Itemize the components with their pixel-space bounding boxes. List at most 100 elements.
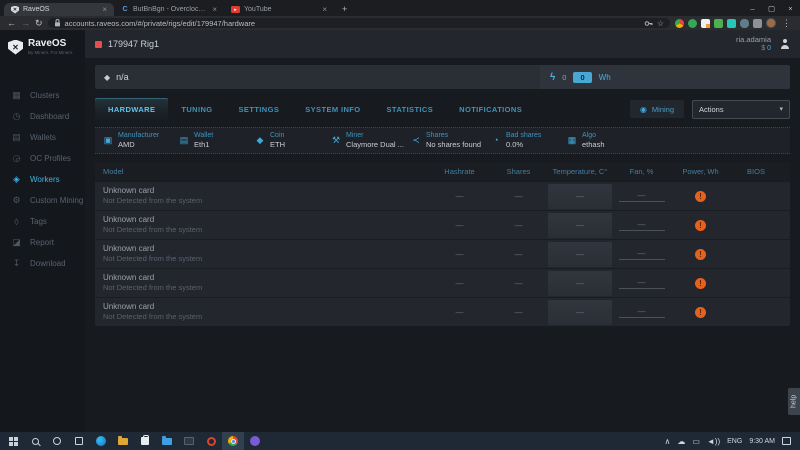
user-info[interactable]: ria.adamia $ 0 xyxy=(736,35,771,54)
folder-icon xyxy=(118,435,128,445)
store-bag-icon xyxy=(141,435,149,445)
fan-slider[interactable] xyxy=(618,200,665,202)
onedrive-cloud-icon[interactable]: ☁ xyxy=(677,437,685,446)
fan-field[interactable]: — xyxy=(612,249,671,260)
task-view-button[interactable] xyxy=(68,432,90,450)
back-button[interactable]: ← xyxy=(7,18,16,28)
fan-field[interactable]: — xyxy=(612,220,671,231)
sidebar-item-oc-profiles[interactable]: ◶ OC Profiles xyxy=(0,148,85,169)
taskbar-discord[interactable] xyxy=(244,432,266,450)
power-badge[interactable]: 0 xyxy=(573,71,592,83)
tab-system-info[interactable]: SYSTEM INFO xyxy=(292,98,373,120)
sidebar-item-label: Workers xyxy=(30,175,60,184)
taskbar-search-button[interactable] xyxy=(24,432,46,450)
taskbar-folder[interactable] xyxy=(156,432,178,450)
language-indicator[interactable]: ENG xyxy=(727,438,742,445)
browser-tab-overclockers[interactable]: C ButBnBgn - Overclockers GE - B × xyxy=(114,3,224,16)
temperature-field[interactable]: — xyxy=(548,212,612,238)
browser-menu-icon[interactable]: ⋮ xyxy=(780,18,793,29)
clock[interactable]: 9:30 AM xyxy=(749,438,775,445)
sidebar-item-tags[interactable]: ◊ Tags xyxy=(0,211,85,232)
taskbar-file-explorer[interactable] xyxy=(112,432,134,450)
minimize-button[interactable]: – xyxy=(743,0,762,16)
power-widget: ϟ 0 0 Wh xyxy=(540,65,790,89)
tab-notifications[interactable]: NOTIFICATIONS xyxy=(446,98,535,120)
fan-slider[interactable] xyxy=(618,258,665,260)
taskbar-edge[interactable] xyxy=(90,432,112,450)
power-warning-icon[interactable]: ! xyxy=(695,277,706,289)
tray-expand-icon[interactable]: ∧ xyxy=(664,437,670,446)
info-label: Manufacturer xyxy=(118,131,160,139)
power-warning-icon[interactable]: ! xyxy=(695,248,706,260)
power-warning-icon[interactable]: ! xyxy=(695,190,706,202)
info-label: Wallet xyxy=(194,131,214,139)
temperature-field[interactable]: — xyxy=(548,183,612,209)
user-avatar-icon[interactable] xyxy=(780,39,790,49)
start-button[interactable] xyxy=(2,432,24,450)
fan-field[interactable]: — xyxy=(612,191,671,202)
system-tray: ∧ ☁ ▭ ◄)) ENG 9:30 AM xyxy=(664,437,798,446)
power-warning-icon[interactable]: ! xyxy=(695,306,706,318)
volume-icon[interactable]: ◄)) xyxy=(707,437,720,446)
temperature-field[interactable]: — xyxy=(548,299,612,325)
browser-profile-avatar[interactable] xyxy=(766,18,776,28)
taskbar-monitor-app[interactable] xyxy=(178,432,200,450)
password-key-icon[interactable] xyxy=(644,19,653,28)
raveos-logo[interactable]: ✕ RaveOS By Miners. For Miners. xyxy=(0,30,85,59)
tab-settings[interactable]: SETTINGS xyxy=(226,98,293,120)
sidebar-item-report[interactable]: ◪ Report xyxy=(0,232,85,253)
close-window-button[interactable]: × xyxy=(781,0,800,16)
new-tab-button[interactable]: + xyxy=(342,4,347,14)
tab-close-icon[interactable]: × xyxy=(212,5,217,14)
tab-close-icon[interactable]: × xyxy=(322,5,327,14)
fan-slider[interactable] xyxy=(618,229,665,231)
taskbar-store[interactable] xyxy=(134,432,156,450)
fan-field[interactable]: — xyxy=(612,278,671,289)
cortana-button[interactable] xyxy=(46,432,68,450)
action-center-icon[interactable] xyxy=(782,437,791,445)
sidebar-item-download[interactable]: ↧ Download xyxy=(0,253,85,274)
sidebar-item-workers[interactable]: ◈ Workers xyxy=(0,169,85,190)
chrome-icon xyxy=(228,436,238,446)
network-icon[interactable]: ▭ xyxy=(692,437,700,446)
extension-icon[interactable] xyxy=(714,18,723,28)
rig-status-indicator xyxy=(95,40,102,48)
tab-hardware[interactable]: HARDWARE xyxy=(95,98,169,120)
col-power: Power, Wh xyxy=(682,167,719,176)
extension-icon[interactable] xyxy=(727,18,736,28)
sidebar-item-wallets[interactable]: ▤ Wallets xyxy=(0,127,85,148)
browser-tab-raveos[interactable]: ✕ RaveOS × xyxy=(4,3,114,16)
tags-icon: ◊ xyxy=(14,216,19,227)
bookmark-star-icon[interactable]: ☆ xyxy=(657,19,664,28)
reload-button[interactable]: ↻ xyxy=(35,18,43,28)
sidebar-item-label: Wallets xyxy=(30,133,56,142)
tab-close-icon[interactable]: × xyxy=(102,5,107,14)
taskbar-chrome[interactable] xyxy=(222,432,244,450)
browser-tab-youtube[interactable]: ▸ YouTube × xyxy=(224,3,334,16)
address-bar[interactable]: accounts.raveos.com/#/private/rigs/edit/… xyxy=(47,18,670,28)
extension-icon[interactable] xyxy=(701,18,710,28)
extension-icon[interactable] xyxy=(688,18,697,28)
sidebar-item-custom-mining[interactable]: ⚙ Custom Mining xyxy=(0,190,85,211)
balance-currency: $ xyxy=(761,45,766,53)
temperature-value: — xyxy=(576,191,584,201)
fan-slider[interactable] xyxy=(618,287,665,289)
temperature-field[interactable]: — xyxy=(548,241,612,267)
help-tab[interactable]: help xyxy=(788,388,800,415)
extensions-puzzle-icon[interactable] xyxy=(753,18,762,28)
tab-statistics[interactable]: STATISTICS xyxy=(374,98,447,120)
maximize-button[interactable]: ▢ xyxy=(762,0,781,16)
taskbar-opera[interactable] xyxy=(200,432,222,450)
forward-button[interactable]: → xyxy=(21,18,30,28)
fan-field[interactable]: — xyxy=(612,307,671,318)
power-warning-icon[interactable]: ! xyxy=(695,219,706,231)
sidebar-item-clusters[interactable]: ▦ Clusters xyxy=(0,85,85,106)
actions-dropdown[interactable]: Actions ▾ xyxy=(692,99,790,119)
fan-slider[interactable] xyxy=(618,316,665,318)
tab-tuning[interactable]: TUNING xyxy=(168,98,225,120)
temperature-field[interactable]: — xyxy=(548,270,612,296)
mining-button[interactable]: ◉ Mining xyxy=(629,100,684,118)
extension-icon[interactable] xyxy=(675,18,684,28)
extension-icon[interactable] xyxy=(740,18,749,28)
sidebar-item-dashboard[interactable]: ◷ Dashboard xyxy=(0,106,85,127)
